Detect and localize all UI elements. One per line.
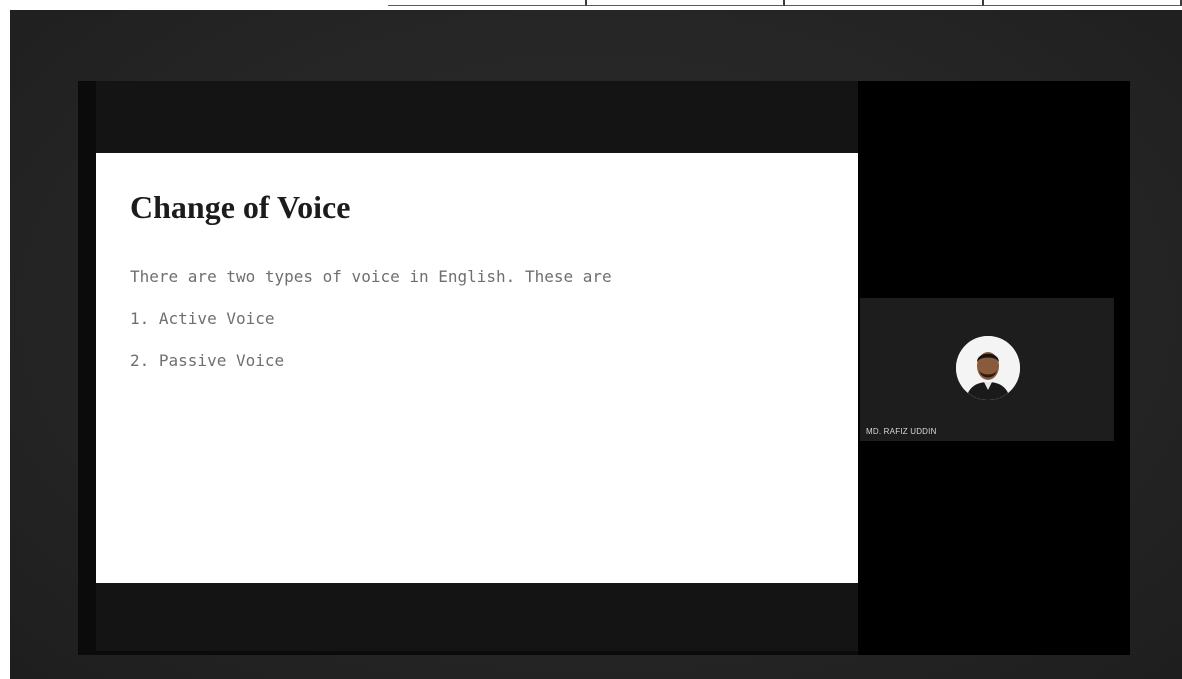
presentation-slide: Change of Voice There are two types of v… xyxy=(96,153,858,583)
top-strip xyxy=(0,0,1182,10)
meeting-window: Change of Voice There are two types of v… xyxy=(10,10,1182,679)
tab-segment[interactable] xyxy=(785,0,984,6)
person-avatar-icon xyxy=(956,336,1020,400)
slide-list-item: 1. Active Voice xyxy=(130,309,275,328)
slide-intro-text: There are two types of voice in English.… xyxy=(130,267,612,286)
slide-list-item: 2. Passive Voice xyxy=(130,351,285,370)
meeting-area: Change of Voice There are two types of v… xyxy=(78,81,1130,655)
tab-segment[interactable] xyxy=(586,0,785,6)
participant-name-label: MD. RAFIZ UDDIN xyxy=(866,427,937,436)
participant-tile[interactable]: MD. RAFIZ UDDIN xyxy=(860,298,1114,441)
top-tab-bar xyxy=(388,0,1182,6)
tab-segment[interactable] xyxy=(983,0,1182,6)
slide-title: Change of Voice xyxy=(130,189,351,225)
screen-share-area: Change of Voice There are two types of v… xyxy=(96,81,858,651)
participants-panel: MD. RAFIZ UDDIN xyxy=(858,81,1130,655)
tab-segment[interactable] xyxy=(388,0,587,6)
